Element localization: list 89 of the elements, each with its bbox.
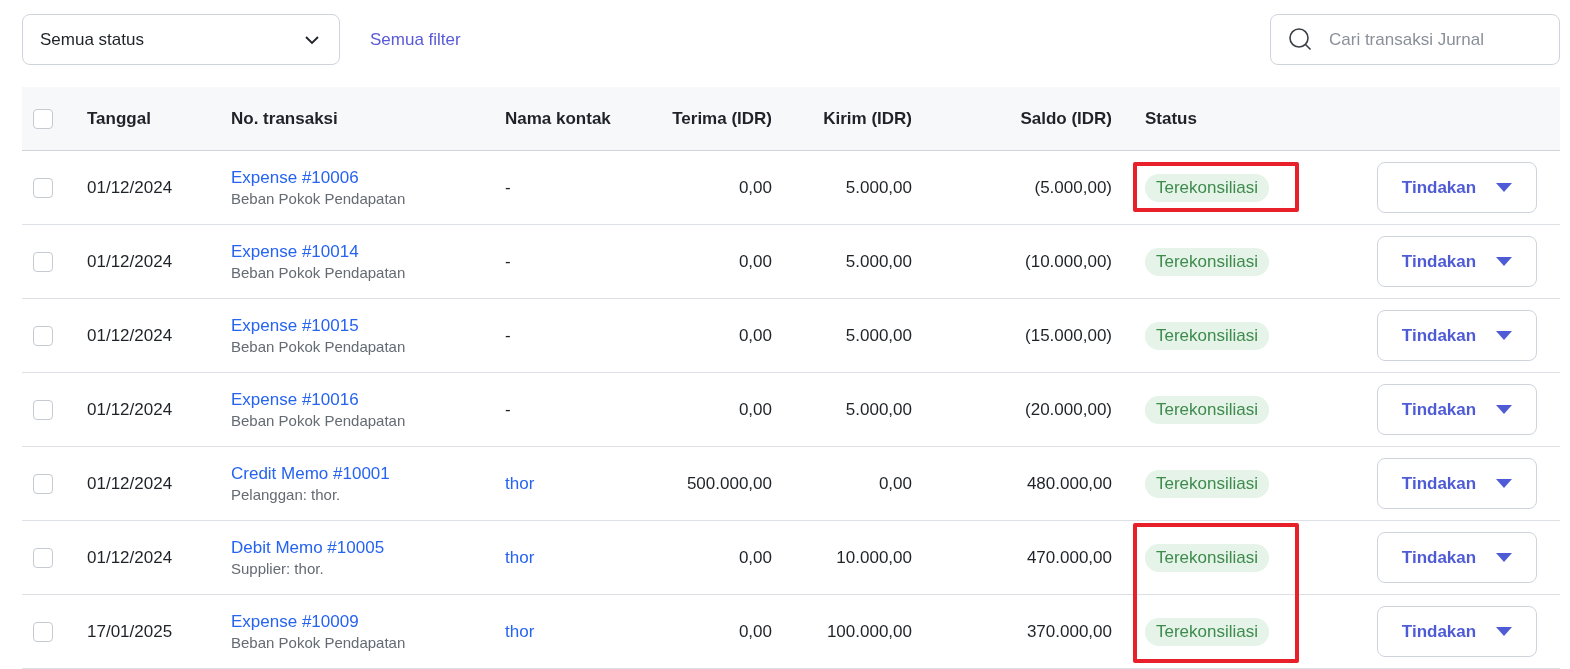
- checkbox[interactable]: [33, 108, 53, 129]
- date-cell: 01/12/2024: [87, 251, 173, 271]
- contact-cell: -: [505, 325, 511, 345]
- caret-down-icon: [1496, 478, 1513, 489]
- transaction-link[interactable]: Expense #10016: [231, 390, 359, 410]
- sent-cell: 10.000,00: [836, 547, 912, 567]
- contact-link[interactable]: thor: [505, 621, 535, 641]
- balance-cell: (15.000,00): [1025, 325, 1112, 345]
- transaction-link[interactable]: Expense #10009: [231, 612, 359, 632]
- caret-down-icon: [1496, 404, 1513, 415]
- search-field[interactable]: Cari transaksi Jurnal: [1270, 14, 1560, 65]
- actions-button[interactable]: Tindakan: [1377, 532, 1537, 583]
- column-header: Nama kontak: [505, 108, 611, 128]
- received-cell: 500.000,00: [686, 473, 772, 493]
- transaction-link[interactable]: Credit Memo #10001: [231, 464, 390, 484]
- transaction-link[interactable]: Expense #10006: [231, 168, 359, 188]
- column-header: No. transaksi: [231, 108, 338, 128]
- status-badge: Terekonsiliasi: [1145, 617, 1270, 646]
- contact-link[interactable]: thor: [505, 473, 535, 493]
- checkbox[interactable]: [33, 473, 53, 494]
- column-header: Kirim (IDR): [823, 108, 912, 128]
- status-badge: Terekonsiliasi: [1145, 469, 1270, 498]
- status-badge: Terekonsiliasi: [1145, 395, 1270, 424]
- checkbox[interactable]: [33, 325, 53, 346]
- search-icon: [1288, 27, 1312, 51]
- status-badge: Terekonsiliasi: [1145, 321, 1270, 350]
- transaction-link[interactable]: Debit Memo #10005: [231, 538, 385, 558]
- account-text: Beban Pokok Pendapatan: [231, 338, 406, 355]
- date-cell: 01/12/2024: [87, 399, 173, 419]
- balance-cell: 370.000,00: [1026, 621, 1112, 641]
- account-text: Beban Pokok Pendapatan: [231, 190, 406, 207]
- account-text: Supplier: thor.: [231, 560, 324, 577]
- caret-down-icon: [1496, 330, 1513, 341]
- sent-cell: 100.000,00: [826, 621, 912, 641]
- account-text: Pelanggan: thor.: [231, 486, 341, 503]
- balance-cell: 480.000,00: [1026, 473, 1112, 493]
- sent-cell: 0,00: [878, 473, 912, 493]
- checkbox[interactable]: [33, 177, 53, 198]
- received-cell: 0,00: [738, 547, 772, 567]
- column-header: Terima (IDR): [672, 108, 772, 128]
- transaction-link[interactable]: Expense #10014: [231, 242, 359, 262]
- checkbox[interactable]: [33, 251, 53, 272]
- column-header: Status: [1145, 108, 1197, 129]
- checkbox[interactable]: [33, 621, 53, 642]
- transaction-link[interactable]: Expense #10015: [231, 316, 359, 336]
- date-cell: 01/12/2024: [87, 547, 173, 567]
- date-cell: 01/12/2024: [87, 177, 173, 197]
- date-cell: 01/12/2024: [87, 473, 173, 493]
- sent-cell: 5.000,00: [845, 399, 912, 419]
- column-header: Saldo (IDR): [1020, 108, 1112, 128]
- status-badge: Terekonsiliasi: [1145, 173, 1270, 202]
- received-cell: 0,00: [738, 399, 772, 419]
- contact-cell: -: [505, 177, 511, 197]
- caret-down-icon: [1496, 552, 1513, 563]
- received-cell: 0,00: [738, 325, 772, 345]
- actions-button[interactable]: Tindakan: [1377, 236, 1537, 287]
- actions-button[interactable]: Tindakan: [1377, 310, 1537, 361]
- actions-button[interactable]: Tindakan: [1377, 606, 1537, 657]
- caret-down-icon: [1496, 626, 1513, 637]
- balance-cell: 470.000,00: [1026, 547, 1112, 567]
- date-cell: 01/12/2024: [87, 325, 173, 345]
- caret-down-icon: [1496, 256, 1513, 267]
- received-cell: 0,00: [738, 621, 772, 641]
- received-cell: 0,00: [738, 251, 772, 271]
- account-text: Beban Pokok Pendapatan: [231, 264, 406, 281]
- sent-cell: 5.000,00: [845, 251, 912, 271]
- caret-down-icon: [1496, 182, 1513, 193]
- contact-cell: -: [505, 251, 511, 271]
- status-badge: Terekonsiliasi: [1145, 543, 1270, 572]
- balance-cell: (5.000,00): [1034, 177, 1112, 197]
- account-text: Beban Pokok Pendapatan: [231, 634, 406, 651]
- actions-button[interactable]: Tindakan: [1377, 384, 1537, 435]
- status-dropdown[interactable]: Semua status: [22, 14, 340, 65]
- checkbox[interactable]: [33, 399, 53, 420]
- account-text: Beban Pokok Pendapatan: [231, 412, 406, 429]
- balance-cell: (10.000,00): [1025, 251, 1112, 271]
- contact-link[interactable]: thor: [505, 547, 535, 567]
- checkbox[interactable]: [33, 547, 53, 568]
- received-cell: 0,00: [738, 177, 772, 197]
- contact-cell: -: [505, 399, 511, 419]
- sent-cell: 5.000,00: [845, 177, 912, 197]
- sent-cell: 5.000,00: [845, 325, 912, 345]
- balance-cell: (20.000,00): [1025, 399, 1112, 419]
- actions-button[interactable]: Tindakan: [1377, 458, 1537, 509]
- status-badge: Terekonsiliasi: [1145, 247, 1270, 276]
- date-cell: 17/01/2025: [87, 621, 173, 641]
- actions-button[interactable]: Tindakan: [1377, 162, 1537, 213]
- column-header: Tanggal: [87, 108, 151, 128]
- all-filters-link[interactable]: Semua filter: [370, 29, 461, 50]
